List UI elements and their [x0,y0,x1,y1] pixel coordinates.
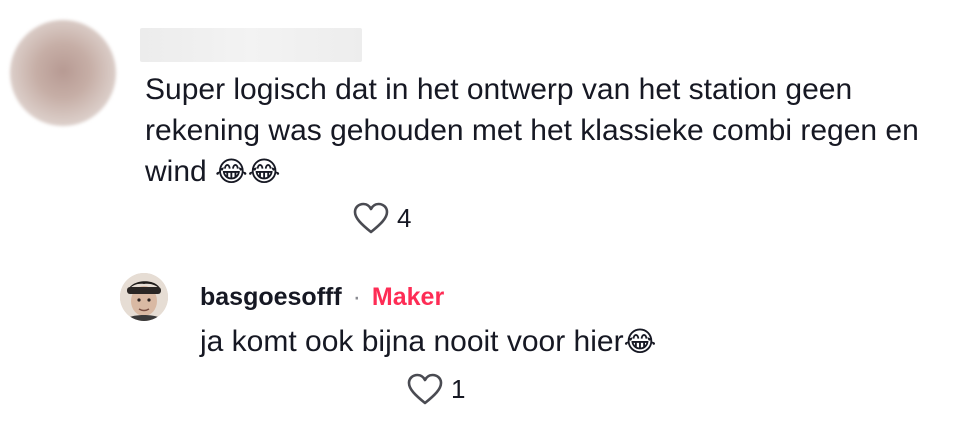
commenter-avatar[interactable] [10,20,116,126]
laughing-emoji: 😂 [623,325,657,358]
commenter-username-redacted[interactable] [140,28,362,62]
separator-dot: · [352,283,361,311]
like-count: 1 [451,373,466,404]
laughing-emoji: 😂😂 [215,155,281,188]
reply-header: basgoesofff · Maker [200,280,444,314]
reply-avatar[interactable] [120,273,168,321]
heart-icon[interactable] [353,202,389,234]
avatar-photo [120,273,168,321]
like-count: 4 [397,202,412,233]
reply-like-button[interactable]: 1 [407,373,465,405]
maker-badge: Maker [371,283,445,311]
reply-username[interactable]: basgoesofff [200,283,342,311]
comment-like-button[interactable]: 4 [353,202,411,234]
heart-icon[interactable] [407,373,443,405]
comment-body: Super logisch dat in het ontwerp van het… [145,69,960,192]
reply-body: ja komt ook bijna nooit voor hier😂 [200,322,656,362]
reply-text: ja komt ook bijna nooit voor hier [200,325,624,358]
